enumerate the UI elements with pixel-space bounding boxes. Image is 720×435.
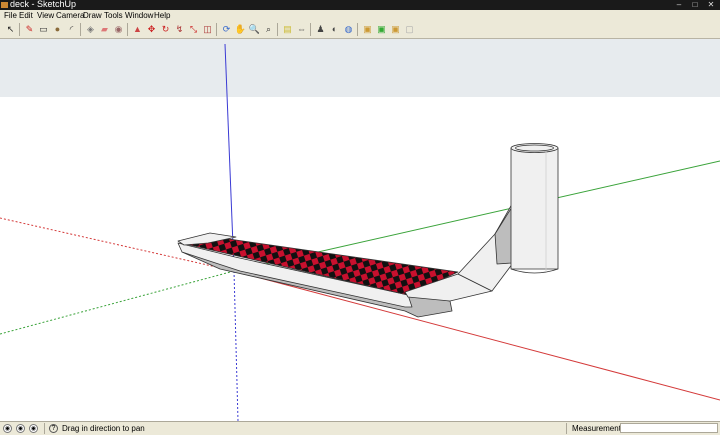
share-component-icon[interactable]: ▣	[389, 23, 402, 36]
pencil-line-icon[interactable]: ✎	[23, 23, 36, 36]
title-bar: deck - SketchUp – □ ✕	[0, 0, 720, 10]
menu-help[interactable]: Help	[154, 10, 170, 21]
green-axis-negative	[0, 270, 235, 335]
place-component-icon[interactable]: ▢	[403, 23, 416, 36]
headtube-bottom-edge	[510, 268, 559, 274]
dimension-icon[interactable]: ⇔	[295, 23, 308, 36]
rotate-icon[interactable]: ↻	[159, 23, 172, 36]
toolbar-separator	[357, 23, 358, 36]
arc-icon[interactable]: ◜	[65, 23, 78, 36]
geo-location-icon[interactable]: ◉	[3, 424, 12, 433]
neck-brace-inner	[494, 206, 513, 265]
paint-bucket-icon[interactable]: ◉	[112, 23, 125, 36]
status-divider	[44, 423, 45, 434]
measurements-input[interactable]	[620, 423, 718, 433]
orbit-icon[interactable]: ⟳	[220, 23, 233, 36]
menu-bar: File Edit View Camera Draw Tools Window …	[0, 10, 720, 21]
make-component-icon[interactable]: ◈	[84, 23, 97, 36]
offset-icon[interactable]: ◫	[201, 23, 214, 36]
maximize-button[interactable]: □	[688, 0, 702, 10]
credits-icon[interactable]: ◉	[16, 424, 25, 433]
status-bar: ◉ ◉ ◉ ? Drag in direction to pan Measure…	[0, 421, 720, 435]
follow-me-icon[interactable]: ↯	[173, 23, 186, 36]
pan-icon[interactable]: ✋	[234, 23, 247, 36]
toolbar-separator	[80, 23, 81, 36]
look-around-icon[interactable]: ◐	[328, 23, 341, 36]
menu-view[interactable]: View	[37, 10, 54, 21]
close-button[interactable]: ✕	[704, 0, 718, 10]
user-icon[interactable]: ◉	[29, 424, 38, 433]
toolbar-separator	[277, 23, 278, 36]
menu-tools[interactable]: Tools	[104, 10, 123, 21]
measurements-label: Measurements	[572, 424, 625, 433]
toolbar-separator	[310, 23, 311, 36]
walk-icon[interactable]: ◍	[342, 23, 355, 36]
toolbar-separator	[216, 23, 217, 36]
rectangle-icon[interactable]: ▭	[37, 23, 50, 36]
menu-file[interactable]: File	[4, 10, 17, 21]
blue-axis-negative	[233, 270, 239, 421]
menu-edit[interactable]: Edit	[19, 10, 33, 21]
toolbar-separator	[127, 23, 128, 36]
position-camera-icon[interactable]: ♟	[314, 23, 327, 36]
circle-icon[interactable]: ●	[51, 23, 64, 36]
menu-camera[interactable]: Camera	[56, 10, 84, 21]
scooter-deck-model[interactable]	[177, 143, 559, 318]
share-model-icon[interactable]: ▣	[375, 23, 388, 36]
headtube-body	[510, 147, 559, 270]
toolbar-separator	[19, 23, 20, 36]
scale-icon[interactable]: ⤡	[187, 23, 200, 36]
minimize-button[interactable]: –	[672, 0, 686, 10]
get-models-icon[interactable]: ▣	[361, 23, 374, 36]
menu-window[interactable]: Window	[125, 10, 153, 21]
sketchup-app-icon[interactable]	[1, 2, 8, 8]
help-icon[interactable]: ?	[49, 424, 58, 433]
window-title: deck - SketchUp	[10, 0, 77, 9]
status-divider	[566, 423, 567, 434]
tape-measure-icon[interactable]: ▤	[281, 23, 294, 36]
zoom-icon[interactable]: 🔍	[248, 23, 261, 36]
status-hint: Drag in direction to pan	[62, 424, 145, 433]
zoom-extents-icon[interactable]: ⌕	[262, 23, 275, 36]
menu-draw[interactable]: Draw	[83, 10, 102, 21]
drawing-viewport[interactable]	[0, 39, 720, 421]
move-icon[interactable]: ✥	[145, 23, 158, 36]
main-toolbar: ↖ ✎ ▭ ● ◜ ◈ ▰ ◉ ▲ ✥ ↻ ↯ ⤡ ◫ ⟳ ✋ 🔍 ⌕ ▤ ⇔ ♟ ◐ ◍ ▣ ▣ ▣ ▢	[0, 21, 720, 39]
eraser-icon[interactable]: ▰	[98, 23, 111, 36]
model-canvas	[0, 43, 720, 421]
select-tool-icon[interactable]: ↖	[4, 23, 17, 36]
push-pull-icon[interactable]: ▲	[131, 23, 144, 36]
